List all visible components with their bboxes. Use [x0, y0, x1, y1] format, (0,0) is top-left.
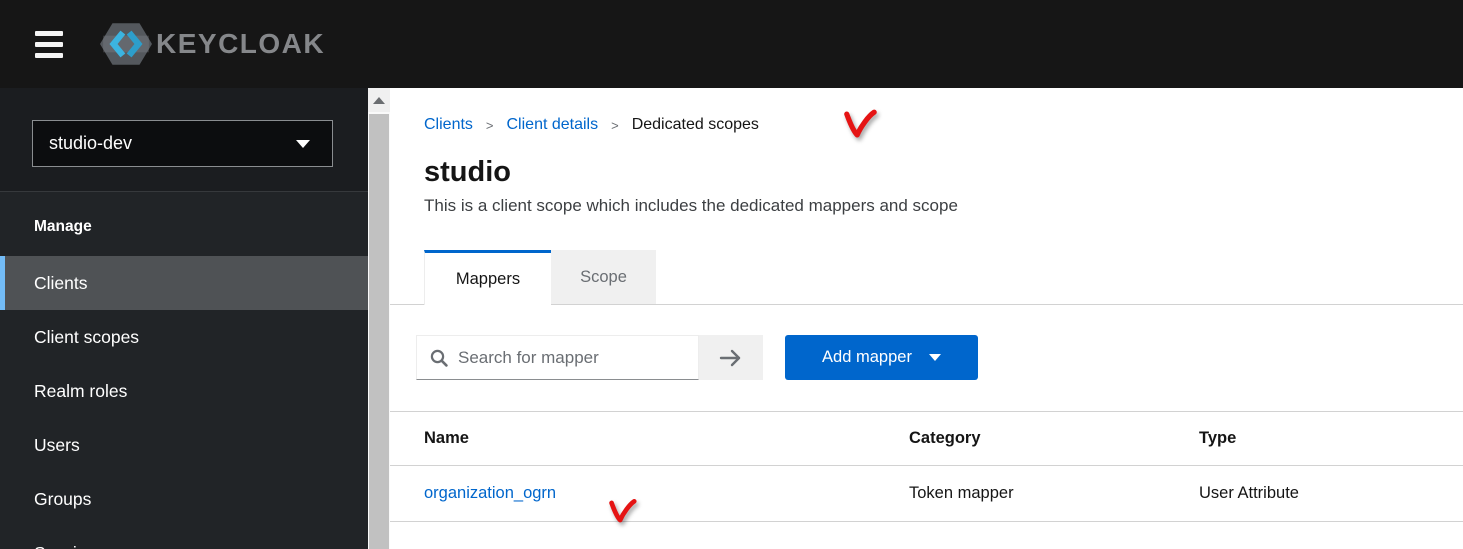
mapper-category-cell: Token mapper	[875, 484, 1165, 503]
chevron-right-icon: >	[611, 118, 619, 133]
red-check-annotation	[843, 108, 877, 141]
add-mapper-button[interactable]: Add mapper	[785, 335, 978, 380]
realm-selector-value: studio-dev	[49, 133, 132, 154]
chevron-right-icon: >	[486, 118, 494, 133]
page-subtitle: This is a client scope which includes th…	[424, 196, 1463, 216]
caret-down-icon	[296, 140, 310, 148]
arrow-right-icon	[719, 349, 743, 367]
sidebar-item-realm-roles[interactable]: Realm roles	[0, 364, 368, 418]
caret-down-icon	[929, 354, 941, 361]
mapper-name-link[interactable]: organization_ogrn	[424, 484, 556, 502]
page-title: studio	[424, 156, 1463, 189]
table-header-row: Name Category Type	[390, 411, 1463, 466]
breadcrumb: Clients > Client details > Dedicated sco…	[424, 88, 1463, 134]
column-header-name: Name	[390, 429, 875, 448]
tab-scope[interactable]: Scope	[551, 250, 656, 305]
realm-section: studio-dev	[0, 88, 368, 192]
keycloak-logo[interactable]: KEYCLOAK	[100, 20, 325, 68]
hamburger-menu-icon[interactable]	[35, 31, 63, 58]
brand-text: KEYCLOAK	[156, 28, 325, 60]
breadcrumb-client-details-link[interactable]: Client details	[507, 116, 599, 134]
toolbar: Add mapper	[416, 335, 1463, 380]
sidebar-item-sessions[interactable]: Sessions	[0, 526, 368, 549]
tab-mappers[interactable]: Mappers	[424, 250, 551, 305]
breadcrumb-current: Dedicated scopes	[632, 116, 759, 134]
nav-section-label: Manage	[34, 218, 92, 236]
column-header-type: Type	[1165, 429, 1463, 448]
search-icon	[430, 349, 448, 367]
table-row: organization_ogrn Token mapper User Attr…	[390, 466, 1463, 522]
column-header-category: Category	[875, 429, 1165, 448]
realm-selector-dropdown[interactable]: studio-dev	[32, 120, 333, 167]
red-check-annotation	[607, 499, 638, 524]
tab-bar: Mappers Scope	[424, 250, 1463, 305]
search-input[interactable]	[458, 348, 698, 368]
keycloak-hexagon-icon	[100, 20, 152, 68]
search-box	[416, 335, 699, 380]
masthead: KEYCLOAK	[0, 0, 1463, 88]
sidebar: studio-dev Manage Clients Client scopes …	[0, 88, 368, 549]
sidebar-item-groups[interactable]: Groups	[0, 472, 368, 526]
breadcrumb-clients-link[interactable]: Clients	[424, 116, 473, 134]
main-content: Clients > Client details > Dedicated sco…	[390, 88, 1463, 549]
mappers-table: Name Category Type organization_ogrn Tok…	[390, 411, 1463, 522]
search-submit-button[interactable]	[699, 335, 763, 380]
sidebar-item-client-scopes[interactable]: Client scopes	[0, 310, 368, 364]
scroll-up-icon[interactable]	[368, 88, 390, 112]
sidebar-item-clients[interactable]: Clients	[0, 256, 368, 310]
sidebar-item-users[interactable]: Users	[0, 418, 368, 472]
mapper-type-cell: User Attribute	[1165, 484, 1463, 503]
nav-list: Clients Client scopes Realm roles Users …	[0, 256, 368, 549]
scrollbar-thumb[interactable]	[369, 114, 389, 549]
vertical-scrollbar[interactable]	[368, 88, 390, 549]
